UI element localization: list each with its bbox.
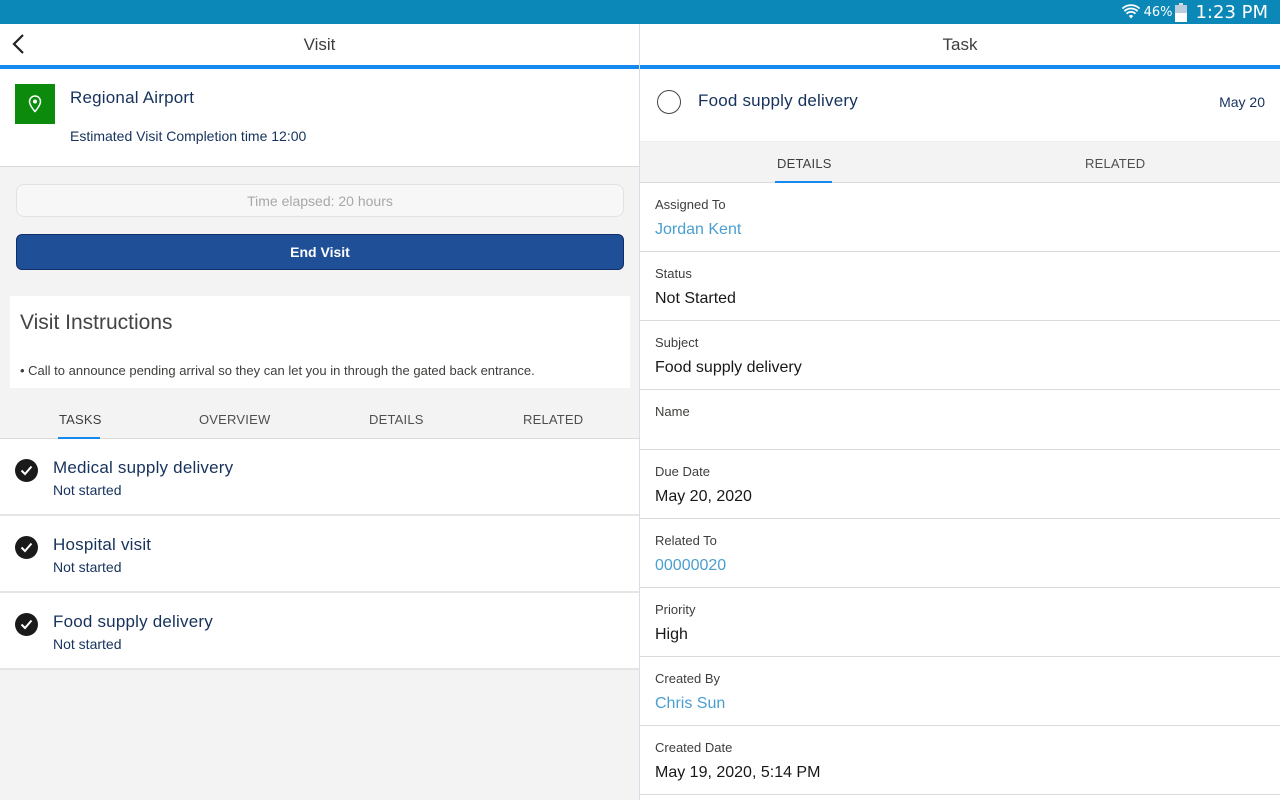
field-created-by: Created By Chris Sun	[640, 657, 1280, 726]
field-value: High	[655, 626, 688, 643]
tab-related[interactable]: RELATED	[523, 412, 583, 427]
visit-instructions-card: Visit Instructions • Call to announce pe…	[10, 296, 630, 388]
tab-details[interactable]: DETAILS	[777, 156, 832, 171]
field-label: Assigned To	[655, 197, 726, 212]
field-status: Status Not Started	[640, 252, 1280, 321]
back-arrow-icon[interactable]	[10, 33, 28, 55]
visit-instructions-title: Visit Instructions	[20, 311, 173, 334]
visit-header-title: Visit	[303, 34, 336, 54]
field-value: May 20, 2020	[655, 488, 752, 505]
task-summary: Food supply delivery May 20	[640, 69, 1280, 142]
battery-percent: 46%	[1143, 4, 1173, 20]
checkmark-icon[interactable]	[15, 536, 38, 559]
task-complete-checkbox[interactable]	[657, 90, 681, 114]
location-card: Regional Airport Estimated Visit Complet…	[0, 69, 639, 167]
task-name: Medical supply delivery	[53, 458, 234, 477]
field-label: Name	[655, 404, 690, 419]
visit-header: Visit	[0, 24, 639, 65]
task-status: Not started	[53, 559, 122, 575]
tab-overview[interactable]: OVERVIEW	[199, 412, 270, 427]
end-visit-button[interactable]: End Visit	[16, 234, 624, 270]
tab-details[interactable]: DETAILS	[369, 412, 424, 427]
field-label: Status	[655, 266, 692, 281]
tab-related[interactable]: RELATED	[1085, 156, 1145, 171]
checkmark-icon[interactable]	[15, 613, 38, 636]
estimated-completion: Estimated Visit Completion time 12:00	[70, 128, 307, 144]
field-subject: Subject Food supply delivery	[640, 321, 1280, 390]
task-header-title: Task	[942, 34, 978, 54]
task-name: Hospital visit	[53, 535, 152, 554]
task-item[interactable]: Food supply delivery Not started	[0, 593, 639, 670]
checkmark-icon[interactable]	[15, 459, 38, 482]
field-due-date: Due Date May 20, 2020	[640, 450, 1280, 519]
battery-icon	[1175, 2, 1188, 22]
field-label: Related To	[655, 533, 717, 548]
location-pin-icon	[15, 84, 55, 124]
field-label: Subject	[655, 335, 699, 350]
time-elapsed-field: Time elapsed: 20 hours	[16, 184, 624, 217]
field-label: Due Date	[655, 464, 710, 479]
field-label: Created Date	[655, 740, 733, 755]
field-value: Food supply delivery	[655, 359, 802, 376]
task-title: Food supply delivery	[698, 91, 858, 110]
task-name: Food supply delivery	[53, 612, 213, 631]
related-to-link[interactable]: 00000020	[655, 557, 726, 575]
field-assigned-to: Assigned To Jordan Kent	[640, 183, 1280, 252]
field-value: May 19, 2020, 5:14 PM	[655, 764, 821, 781]
field-name: Name	[640, 390, 1280, 450]
task-status: Not started	[53, 482, 122, 498]
field-priority: Priority High	[640, 588, 1280, 657]
location-name: Regional Airport	[70, 88, 195, 107]
field-related-to: Related To 00000020	[640, 519, 1280, 588]
field-label: Created By	[655, 671, 721, 686]
created-by-link[interactable]: Chris Sun	[655, 695, 725, 713]
task-fields: Assigned To Jordan Kent Status Not Start…	[640, 183, 1280, 795]
task-tabs: DETAILS RELATED	[640, 142, 1280, 183]
task-header: Task	[640, 24, 1280, 65]
clock: 1:23 PM	[1195, 1, 1268, 23]
field-label: Priority	[655, 602, 696, 617]
task-item[interactable]: Hospital visit Not started	[0, 516, 639, 593]
assigned-to-link[interactable]: Jordan Kent	[655, 221, 741, 239]
task-status: Not started	[53, 636, 122, 652]
tab-tasks[interactable]: TASKS	[59, 412, 102, 427]
field-value: Not Started	[655, 290, 736, 307]
wifi-icon	[1121, 4, 1140, 19]
task-pane: Task Food supply delivery May 20 DETAILS…	[640, 24, 1280, 800]
visit-instructions-text: • Call to announce pending arrival so th…	[20, 363, 535, 378]
status-bar: 46% 1:23 PM	[0, 0, 1280, 24]
task-list: Medical supply delivery Not started Hosp…	[0, 439, 639, 670]
visit-tabs: TASKS OVERVIEW DETAILS RELATED	[0, 404, 639, 439]
task-date: May 20	[1219, 94, 1265, 110]
task-item[interactable]: Medical supply delivery Not started	[0, 439, 639, 516]
field-created-date: Created Date May 19, 2020, 5:14 PM	[640, 726, 1280, 795]
visit-pane: Visit Regional Airport Estimated Visit C…	[0, 24, 639, 800]
